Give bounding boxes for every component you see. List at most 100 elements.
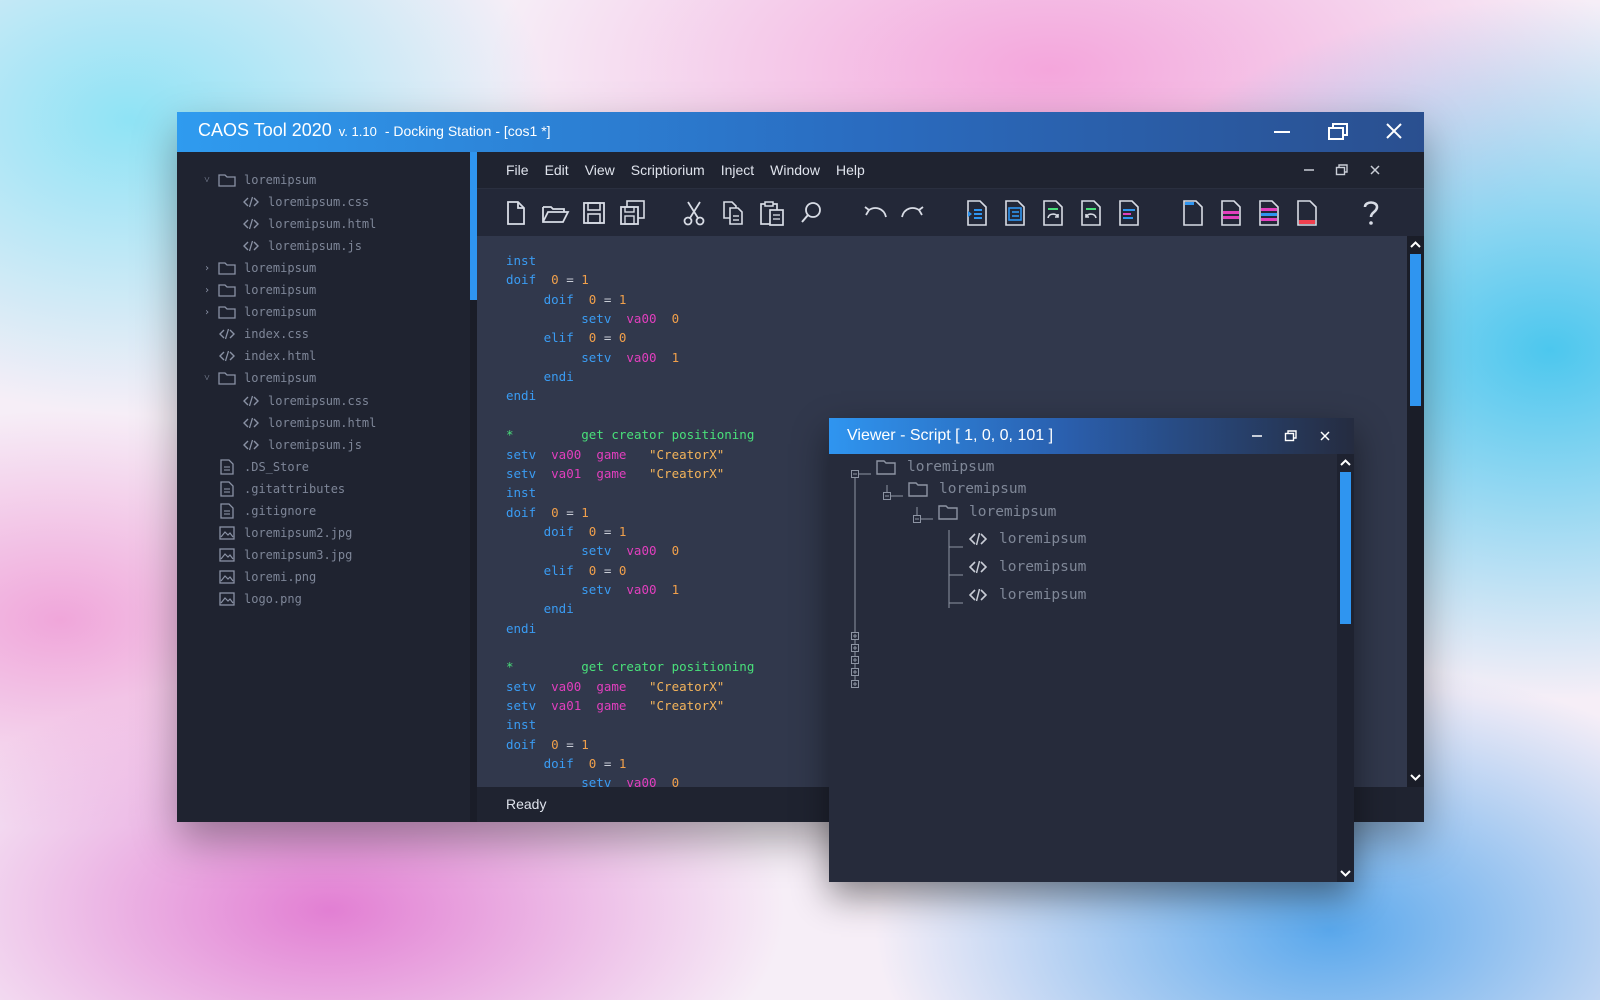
image-file-icon: [218, 591, 236, 607]
viewer-restore-button[interactable]: [1283, 428, 1299, 444]
viewer-title-bar[interactable]: Viewer - Script [ 1, 0, 0, 101 ]: [829, 418, 1354, 454]
script-revert-button[interactable]: [1075, 197, 1107, 229]
doc-blue-button[interactable]: [1177, 197, 1209, 229]
chevron-down-icon[interactable]: ˅: [200, 373, 214, 384]
code-line: * get creator positioning: [506, 658, 754, 676]
viewer-script-node[interactable]: loremipsum: [967, 556, 1086, 578]
code-keyword: doif: [506, 736, 537, 752]
code-comment: get creator positioning: [513, 659, 755, 675]
tree-file-item[interactable]: index.css: [200, 323, 309, 345]
code-comment: *: [506, 659, 514, 675]
doc-minimize-button[interactable]: [1301, 162, 1317, 178]
script-format-button[interactable]: [1113, 197, 1145, 229]
tree-folder-item[interactable]: › loremipsum: [200, 279, 316, 301]
minimize-button[interactable]: [1267, 118, 1297, 146]
chevron-right-icon[interactable]: ›: [200, 263, 214, 274]
undo-button[interactable]: [859, 197, 891, 229]
close-button[interactable]: [1379, 118, 1409, 146]
tree-file-item[interactable]: .gitignore: [200, 500, 316, 522]
viewer-script-node[interactable]: loremipsum: [967, 528, 1086, 550]
doc-close-button[interactable]: [1367, 162, 1383, 178]
tree-folder-item[interactable]: ˅ loremipsum: [200, 367, 316, 389]
tree-file-item[interactable]: loremipsum.js: [224, 434, 362, 456]
tree-file-item[interactable]: loremipsum2.jpg: [200, 522, 352, 544]
tree-item-label: index.html: [244, 349, 317, 364]
tree-file-item[interactable]: loremi.png: [200, 566, 316, 588]
tree-folder-item[interactable]: ˅ loremipsum: [200, 169, 316, 191]
code-line: setv va00 game "CreatorX": [506, 446, 724, 464]
viewer-title: Viewer - Script [ 1, 0, 0, 101 ]: [847, 427, 1054, 444]
tree-file-item[interactable]: loremipsum.css: [224, 191, 369, 213]
paste-button[interactable]: [756, 197, 788, 229]
viewer-close-button[interactable]: [1317, 428, 1333, 444]
code-variable: va00: [611, 311, 657, 327]
tree-item-label: loremipsum.html: [268, 217, 377, 232]
scrollbar-thumb[interactable]: [1410, 254, 1421, 406]
folder-icon: [218, 304, 236, 320]
tree-file-item[interactable]: index.html: [200, 345, 316, 367]
viewer-node-label: loremipsum: [999, 559, 1087, 575]
tree-file-item[interactable]: .DS_Store: [200, 456, 309, 478]
tree-file-item[interactable]: loremipsum3.jpg: [200, 544, 352, 566]
viewer-minimize-button[interactable]: [1249, 428, 1265, 444]
code-number: 0: [536, 736, 559, 752]
tree-file-item[interactable]: loremipsum.html: [224, 213, 376, 235]
script-revert-icon: [1081, 200, 1101, 226]
code-file-icon: [242, 393, 260, 409]
restore-button[interactable]: [1323, 118, 1353, 146]
script-list-button[interactable]: [999, 197, 1031, 229]
redo-button[interactable]: [897, 197, 929, 229]
open-folder-button[interactable]: [539, 197, 571, 229]
image-file-icon: [218, 569, 236, 585]
menu-inject[interactable]: Inject: [721, 162, 754, 178]
menu-help[interactable]: Help: [836, 162, 865, 178]
menu-window[interactable]: Window: [770, 162, 820, 178]
menu-scriptiorium[interactable]: Scriptiorium: [631, 162, 705, 178]
menu-edit[interactable]: Edit: [545, 162, 569, 178]
copy-button[interactable]: [717, 197, 749, 229]
code-keyword: setv: [506, 446, 537, 462]
editor-scrollbar[interactable]: [1407, 236, 1424, 787]
viewer-folder-node[interactable]: loremipsum: [875, 456, 994, 478]
tree-file-item[interactable]: .gitattributes: [200, 478, 345, 500]
title-bar[interactable]: CAOS Tool 2020 v. 1.10 - Docking Station…: [177, 112, 1424, 152]
code-operator: =: [596, 756, 619, 772]
tree-file-item[interactable]: loremipsum.css: [224, 390, 369, 412]
viewer-scrollbar[interactable]: [1337, 454, 1354, 882]
code-operator: =: [558, 504, 582, 520]
tree-item-label: loremipsum.js: [268, 437, 362, 452]
tree-folder-item[interactable]: › loremipsum: [200, 301, 316, 323]
viewer-script-node[interactable]: loremipsum: [967, 584, 1086, 606]
viewer-node-label: loremipsum: [907, 459, 995, 475]
code-variable: va00: [611, 349, 657, 365]
code-number: 0: [656, 543, 680, 559]
code-variable: va01: [536, 465, 582, 481]
tree-folder-item[interactable]: › loremipsum: [200, 257, 316, 279]
tree-file-item[interactable]: loremipsum.html: [224, 412, 376, 434]
menu-file[interactable]: File: [506, 162, 529, 178]
doc-pink-blue-button[interactable]: [1253, 197, 1285, 229]
chevron-right-icon[interactable]: ›: [200, 285, 214, 296]
viewer-folder-node[interactable]: loremipsum: [907, 478, 1026, 500]
code-number: 0: [573, 523, 597, 539]
chevron-right-icon[interactable]: ›: [200, 307, 214, 318]
doc-red-button[interactable]: [1291, 197, 1323, 229]
menu-view[interactable]: View: [585, 162, 615, 178]
cut-button[interactable]: [678, 197, 710, 229]
chevron-down-icon[interactable]: ˅: [200, 175, 214, 186]
save-button[interactable]: [578, 197, 610, 229]
help-button[interactable]: [1355, 197, 1387, 229]
tree-file-item[interactable]: logo.png: [200, 588, 302, 610]
script-run-button[interactable]: [961, 197, 993, 229]
save-all-button[interactable]: [617, 197, 649, 229]
tree-file-item[interactable]: loremipsum.js: [224, 235, 362, 257]
doc-pink-button[interactable]: [1215, 197, 1247, 229]
code-variable: va00: [611, 581, 657, 597]
find-button[interactable]: [795, 197, 827, 229]
code-keyword: doif: [506, 272, 537, 288]
script-refresh-button[interactable]: [1037, 197, 1069, 229]
doc-restore-button[interactable]: [1334, 162, 1350, 178]
viewer-folder-node[interactable]: loremipsum: [937, 501, 1056, 523]
viewer-scrollbar-thumb[interactable]: [1340, 472, 1351, 624]
new-file-button[interactable]: [500, 197, 532, 229]
